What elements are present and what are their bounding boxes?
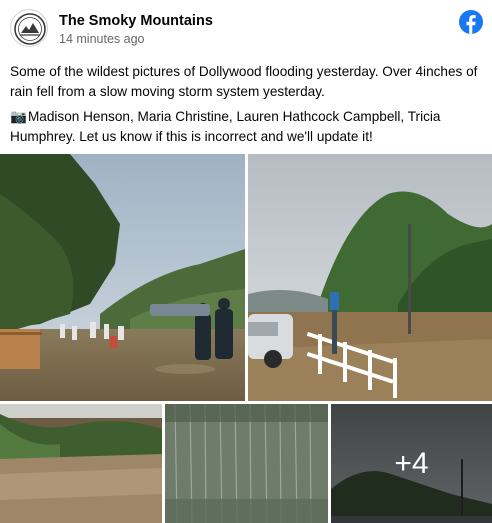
more-photos-overlay[interactable]: +4 bbox=[331, 404, 492, 523]
photo-1[interactable] bbox=[0, 154, 245, 401]
photo-grid: +4 bbox=[0, 154, 492, 523]
page-logo-icon bbox=[14, 13, 46, 45]
facebook-post: The Smoky Mountains 14 minutes ago Some … bbox=[0, 0, 492, 523]
photo-5-more[interactable]: +4 bbox=[331, 404, 492, 523]
post-paragraph-2: 📷Madison Henson, Maria Christine, Lauren… bbox=[10, 107, 484, 147]
post-header: The Smoky Mountains 14 minutes ago bbox=[0, 0, 492, 56]
page-name-link[interactable]: The Smoky Mountains bbox=[59, 13, 213, 29]
post-message: Some of the wildest pictures of Dollywoo… bbox=[10, 62, 484, 152]
flooded-parking-lot-image bbox=[248, 154, 492, 401]
heavy-rain-image bbox=[165, 404, 328, 523]
more-photos-count: +4 bbox=[394, 446, 429, 480]
flooded-river-image bbox=[0, 404, 162, 523]
page-avatar[interactable] bbox=[10, 9, 48, 47]
camera-emoji-icon: 📷 bbox=[10, 109, 27, 124]
facebook-icon bbox=[459, 10, 483, 34]
photo-3[interactable] bbox=[0, 404, 162, 523]
post-timestamp[interactable]: 14 minutes ago bbox=[59, 32, 144, 46]
photo-2[interactable] bbox=[248, 154, 492, 401]
flood-crowd-image bbox=[0, 154, 245, 401]
photo-4[interactable] bbox=[165, 404, 328, 523]
photo-credits: Madison Henson, Maria Christine, Lauren … bbox=[10, 109, 441, 144]
post-paragraph-1: Some of the wildest pictures of Dollywoo… bbox=[10, 64, 478, 99]
